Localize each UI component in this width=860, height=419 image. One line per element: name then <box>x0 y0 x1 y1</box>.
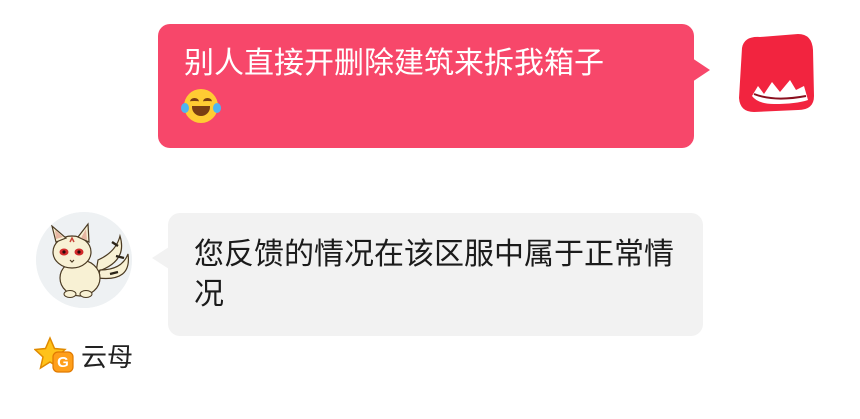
red-monster-avatar-icon <box>739 34 814 112</box>
tears-of-joy-emoji-icon <box>181 88 221 123</box>
incoming-avatar[interactable] <box>36 212 132 308</box>
star-badge-icon: G <box>33 336 76 376</box>
sender-name[interactable]: 云母 <box>81 343 133 373</box>
outgoing-message-text: 别人直接开删除建筑来拆我箱子 <box>184 46 604 81</box>
incoming-message-text: 您反馈的情况在该区服中属于正常情况 <box>194 237 674 312</box>
kirara-cat-avatar-icon <box>36 212 132 308</box>
incoming-message-bubble: 您反馈的情况在该区服中属于正常情况 <box>168 213 703 336</box>
outgoing-message-bubble: 别人直接开删除建筑来拆我箱子 <box>158 24 694 148</box>
outgoing-bubble-tail <box>692 58 710 82</box>
svg-text:G: G <box>57 354 69 371</box>
incoming-bubble-tail <box>152 247 169 269</box>
outgoing-avatar[interactable] <box>734 30 816 114</box>
